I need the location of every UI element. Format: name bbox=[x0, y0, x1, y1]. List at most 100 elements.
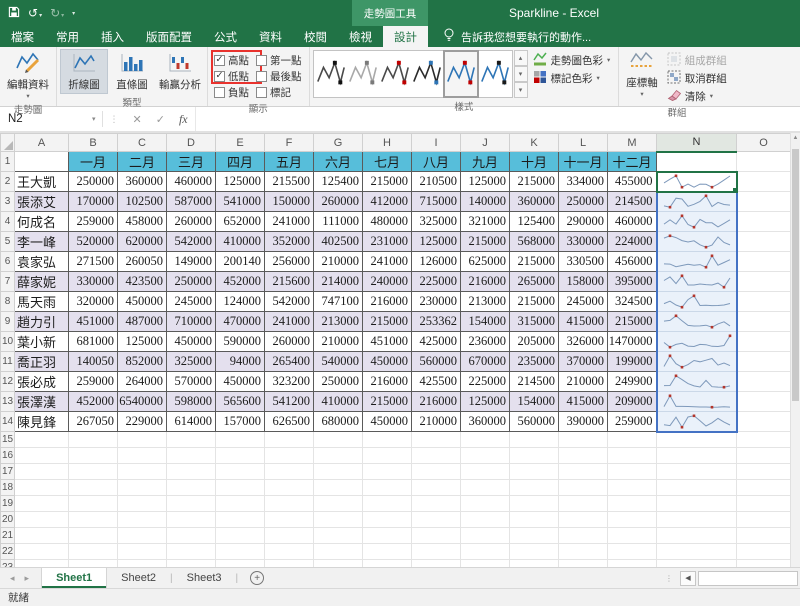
sparkline-cell-N7[interactable] bbox=[657, 272, 737, 292]
value-cell[interactable]: 94000 bbox=[216, 352, 265, 372]
empty-cell[interactable] bbox=[314, 496, 363, 512]
empty-cell[interactable] bbox=[412, 448, 461, 464]
value-cell[interactable]: 455000 bbox=[608, 172, 657, 192]
empty-cell[interactable] bbox=[167, 464, 216, 480]
value-cell[interactable]: 395000 bbox=[608, 272, 657, 292]
value-cell[interactable]: 620000 bbox=[118, 232, 167, 252]
value-cell[interactable]: 315000 bbox=[510, 312, 559, 332]
select-all-corner[interactable] bbox=[1, 134, 15, 152]
checkbox-負點[interactable]: 負點 bbox=[211, 84, 253, 100]
empty-cell[interactable] bbox=[265, 528, 314, 544]
value-cell[interactable]: 216000 bbox=[412, 392, 461, 412]
sparkline-cell-N2[interactable] bbox=[657, 172, 737, 192]
empty-cell[interactable] bbox=[15, 512, 69, 528]
row-header-14[interactable]: 14 bbox=[1, 412, 15, 432]
value-cell[interactable]: 157000 bbox=[216, 412, 265, 432]
value-cell[interactable]: 260000 bbox=[314, 192, 363, 212]
value-cell[interactable]: 460000 bbox=[608, 212, 657, 232]
name-cell[interactable]: 張必成 bbox=[15, 372, 69, 392]
empty-cell[interactable] bbox=[118, 528, 167, 544]
empty-cell[interactable] bbox=[167, 480, 216, 496]
empty-cell[interactable] bbox=[461, 560, 510, 568]
empty-cell[interactable] bbox=[657, 560, 737, 568]
name-cell[interactable]: 王大凱 bbox=[15, 172, 69, 192]
empty-cell[interactable] bbox=[265, 544, 314, 560]
value-cell[interactable]: 241000 bbox=[363, 252, 412, 272]
empty-cell[interactable] bbox=[363, 528, 412, 544]
value-cell[interactable]: 170000 bbox=[69, 192, 118, 212]
value-cell[interactable]: 542000 bbox=[167, 232, 216, 252]
value-cell[interactable]: 200140 bbox=[216, 252, 265, 272]
value-cell[interactable]: 215600 bbox=[265, 272, 314, 292]
value-cell[interactable]: 111000 bbox=[314, 212, 363, 232]
value-cell[interactable]: 390000 bbox=[559, 412, 608, 432]
checkbox-標記[interactable]: 標記 bbox=[253, 84, 306, 100]
empty-cell[interactable] bbox=[69, 464, 118, 480]
value-cell[interactable]: 452000 bbox=[69, 392, 118, 412]
value-cell[interactable]: 260000 bbox=[265, 332, 314, 352]
value-cell[interactable]: 231000 bbox=[363, 232, 412, 252]
empty-cell[interactable] bbox=[216, 480, 265, 496]
value-cell[interactable]: 680000 bbox=[314, 412, 363, 432]
empty-cell[interactable] bbox=[657, 432, 737, 448]
value-cell[interactable]: 747100 bbox=[314, 292, 363, 312]
row-header-4[interactable]: 4 bbox=[1, 212, 15, 232]
row-header-16[interactable]: 16 bbox=[1, 448, 15, 464]
add-sheet-button[interactable]: + bbox=[250, 571, 264, 585]
name-cell[interactable]: 李一峰 bbox=[15, 232, 69, 252]
name-cell[interactable]: 馬天雨 bbox=[15, 292, 69, 312]
value-cell[interactable]: 625000 bbox=[461, 252, 510, 272]
empty-cell[interactable] bbox=[167, 544, 216, 560]
row-header-20[interactable]: 20 bbox=[1, 512, 15, 528]
empty-cell[interactable] bbox=[69, 560, 118, 568]
cancel-icon[interactable]: ✕ bbox=[126, 113, 149, 126]
empty-cell[interactable] bbox=[461, 496, 510, 512]
type-button-折線圖[interactable]: 折線圖 bbox=[60, 49, 108, 94]
sheet-tab-Sheet3[interactable]: Sheet3 bbox=[173, 568, 236, 588]
checkbox-高點[interactable]: ✓高點 bbox=[211, 52, 253, 68]
empty-cell[interactable] bbox=[314, 464, 363, 480]
value-cell[interactable]: 241000 bbox=[265, 312, 314, 332]
name-box-dropdown-icon[interactable]: ▾ bbox=[78, 115, 102, 123]
sparkline-cell-N13[interactable] bbox=[657, 392, 737, 412]
empty-cell[interactable] bbox=[461, 512, 510, 528]
value-cell[interactable]: 199000 bbox=[608, 352, 657, 372]
empty-cell[interactable] bbox=[216, 464, 265, 480]
value-cell[interactable]: 210000 bbox=[559, 372, 608, 392]
value-cell[interactable]: 452000 bbox=[216, 272, 265, 292]
column-header-F[interactable]: F bbox=[265, 134, 314, 152]
sparkline-cell-N9[interactable] bbox=[657, 312, 737, 332]
value-cell[interactable]: 125400 bbox=[314, 172, 363, 192]
value-cell[interactable]: 590000 bbox=[216, 332, 265, 352]
tab-公式[interactable]: 公式 bbox=[203, 26, 248, 47]
empty-cell[interactable] bbox=[216, 528, 265, 544]
month-header-cell[interactable]: 十二月 bbox=[608, 152, 657, 172]
sheet-tab-Sheet1[interactable]: Sheet1 bbox=[41, 568, 107, 588]
empty-cell[interactable] bbox=[559, 496, 608, 512]
value-cell[interactable]: 236000 bbox=[461, 332, 510, 352]
row-header-9[interactable]: 9 bbox=[1, 312, 15, 332]
value-cell[interactable]: 259000 bbox=[69, 212, 118, 232]
empty-cell[interactable] bbox=[216, 544, 265, 560]
value-cell[interactable]: 229000 bbox=[118, 412, 167, 432]
value-cell[interactable]: 520000 bbox=[69, 232, 118, 252]
empty-cell[interactable] bbox=[608, 560, 657, 568]
empty-cell[interactable] bbox=[167, 560, 216, 568]
empty-cell[interactable] bbox=[118, 512, 167, 528]
column-header-E[interactable]: E bbox=[216, 134, 265, 152]
tab-插入[interactable]: 插入 bbox=[90, 26, 135, 47]
empty-cell[interactable] bbox=[461, 448, 510, 464]
empty-cell[interactable] bbox=[657, 496, 737, 512]
name-cell[interactable]: 陳見鋒 bbox=[15, 412, 69, 432]
empty-cell[interactable] bbox=[15, 464, 69, 480]
month-header-cell[interactable]: 五月 bbox=[265, 152, 314, 172]
value-cell[interactable]: 652000 bbox=[216, 212, 265, 232]
empty-cell[interactable] bbox=[608, 480, 657, 496]
value-cell[interactable]: 125000 bbox=[412, 232, 461, 252]
row-header-22[interactable]: 22 bbox=[1, 544, 15, 560]
value-cell[interactable]: 325000 bbox=[412, 212, 461, 232]
row-header-15[interactable]: 15 bbox=[1, 432, 15, 448]
checkbox-第一點[interactable]: 第一點 bbox=[253, 52, 306, 68]
empty-cell[interactable] bbox=[510, 464, 559, 480]
empty-cell[interactable] bbox=[167, 432, 216, 448]
